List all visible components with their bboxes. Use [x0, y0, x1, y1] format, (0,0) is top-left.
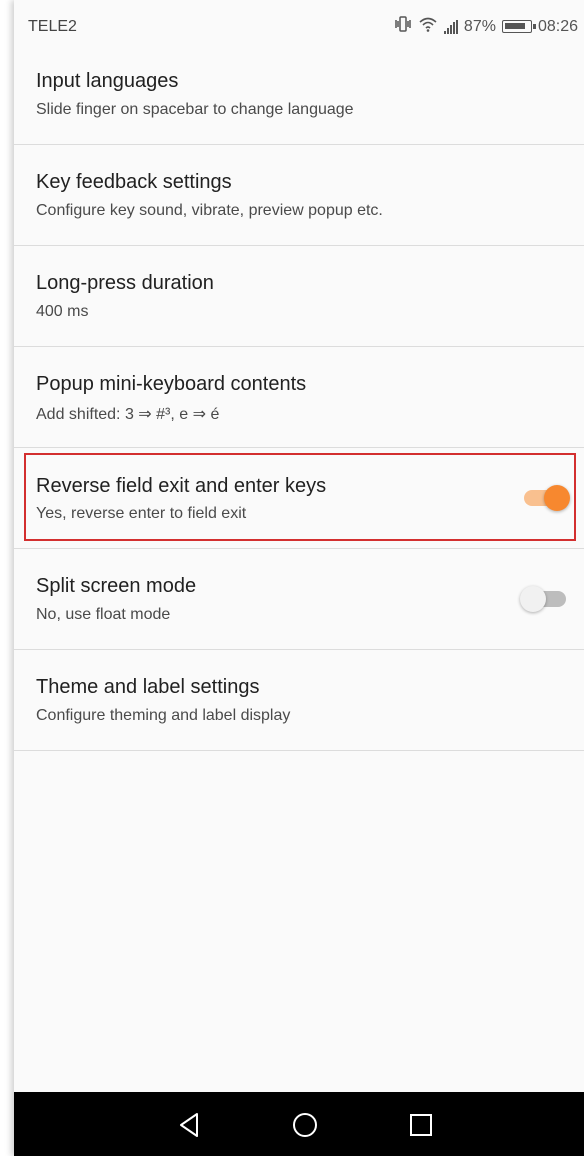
clock-time: 08:26: [537, 17, 578, 35]
setting-title: Reverse field exit and enter keys: [36, 475, 327, 497]
vibrate-icon: [394, 16, 412, 37]
status-bar: TELE2 87% 08:26: [14, 0, 584, 44]
setting-summary: 400 ms: [36, 303, 89, 320]
setting-split-screen-mode[interactable]: Split screen mode No, use float mode: [14, 549, 584, 650]
battery-icon: [501, 20, 536, 33]
setting-title: Key feedback settings: [36, 171, 232, 193]
setting-long-press-duration[interactable]: Long-press duration 400 ms: [14, 246, 584, 347]
signal-icon: [443, 19, 458, 34]
wifi-icon: [418, 16, 438, 37]
setting-summary: Slide finger on spacebar to change langu…: [36, 101, 354, 118]
battery-percent: 87%: [463, 17, 496, 35]
setting-title: Popup mini-keyboard contents: [36, 373, 307, 395]
setting-reverse-field-exit[interactable]: Reverse field exit and enter keys Yes, r…: [14, 448, 584, 549]
setting-input-languages[interactable]: Input languages Slide finger on spacebar…: [14, 44, 584, 145]
status-icons: 87% 08:26: [394, 16, 578, 37]
setting-key-feedback[interactable]: Key feedback settings Configure key soun…: [14, 145, 584, 246]
setting-title: Long-press duration: [36, 272, 214, 294]
setting-title: Split screen mode: [36, 575, 197, 597]
setting-title: Input languages: [36, 70, 179, 92]
setting-summary: Configure theming and label display: [36, 707, 291, 724]
setting-summary: Yes, reverse enter to field exit: [36, 505, 247, 522]
split-screen-toggle[interactable]: [520, 586, 566, 612]
setting-summary: No, use float mode: [36, 606, 171, 623]
toggle-thumb: [520, 586, 546, 612]
carrier-name: TELE2: [28, 18, 77, 35]
reverse-keys-toggle[interactable]: [524, 485, 570, 511]
setting-summary: Configure key sound, vibrate, preview po…: [36, 202, 383, 219]
back-triangle-icon[interactable]: [174, 1110, 204, 1140]
toggle-thumb: [544, 485, 570, 511]
home-circle-icon[interactable]: [290, 1110, 320, 1140]
settings-list: Input languages Slide finger on spacebar…: [14, 44, 584, 751]
setting-title: Theme and label settings: [36, 676, 260, 698]
settings-screen: TELE2 87% 08:26 Input languages Slide fi…: [14, 0, 584, 1156]
recents-square-icon[interactable]: [406, 1110, 436, 1140]
setting-popup-mini-keyboard[interactable]: Popup mini-keyboard contents Add shifted…: [14, 347, 584, 448]
setting-summary: Add shifted: 3 ⇒ #³, e ⇒ é: [36, 406, 220, 423]
navigation-bar: [14, 1092, 584, 1156]
setting-theme-and-label[interactable]: Theme and label settings Configure themi…: [14, 650, 584, 751]
